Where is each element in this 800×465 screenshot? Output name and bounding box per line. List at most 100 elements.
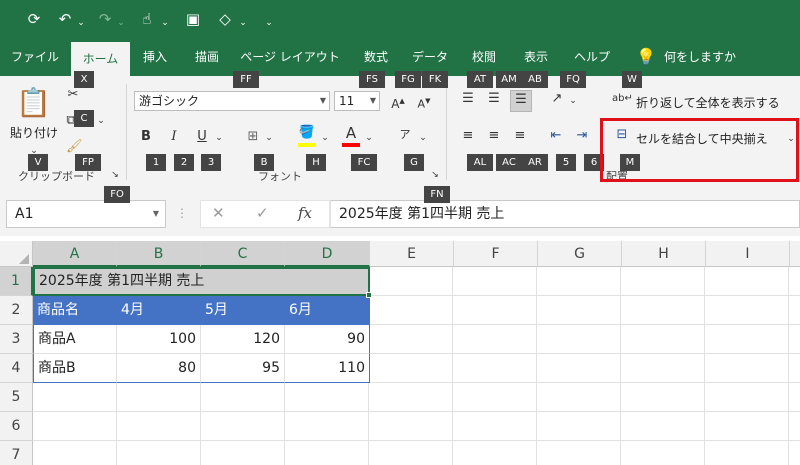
italic-button[interactable]: I — [166, 128, 182, 146]
keytip-fk: FK — [422, 71, 448, 88]
chevron-down-icon: ▼ — [152, 209, 159, 218]
cell-c4[interactable]: 95 — [201, 354, 285, 383]
increase-indent-icon[interactable]: ⇥ — [572, 127, 592, 145]
underline-button[interactable]: U — [194, 128, 210, 146]
tab-insert[interactable]: 挿入 — [138, 38, 172, 76]
cell-a1[interactable]: 2025年度 第1四半期 売上 — [33, 267, 370, 296]
keytip-v: V — [28, 154, 48, 171]
copy-dropdown-icon[interactable]: ⌄ — [96, 112, 106, 130]
paste-label[interactable]: 貼り付け — [10, 124, 58, 141]
merge-center-highlight — [600, 118, 799, 182]
font-color-dropdown[interactable]: ⌄ — [364, 129, 374, 147]
column-header-e[interactable]: E — [370, 241, 454, 267]
select-all-corner-icon — [19, 254, 29, 264]
keytip-ac: AC — [496, 154, 522, 171]
cancel-icon[interactable]: ✕ — [212, 203, 225, 223]
cut-icon[interactable]: ✂ — [64, 86, 82, 104]
font-launcher-icon[interactable]: ↘ — [430, 166, 440, 184]
keytip-am: AM — [496, 71, 522, 88]
formula-input[interactable]: 2025年度 第1四半期 売上 — [330, 200, 800, 228]
borders-icon[interactable]: ⊞ — [244, 128, 262, 146]
column-header-c[interactable]: C — [201, 241, 285, 267]
tab-draw[interactable]: 描画 — [189, 38, 225, 76]
keytip-ff: FF — [233, 71, 259, 88]
keytip-phonetic: G — [404, 154, 424, 171]
borders-dropdown[interactable]: ⌄ — [264, 129, 274, 147]
keytip-fg: FG — [395, 71, 421, 88]
bold-button[interactable]: B — [138, 128, 154, 146]
fill-handle[interactable] — [366, 292, 372, 298]
phonetic-dropdown[interactable]: ⌄ — [418, 129, 428, 147]
shapes-icon[interactable]: ◇ — [214, 9, 236, 29]
align-left-icon[interactable]: ≡ — [458, 127, 478, 145]
shapes-dropdown[interactable]: ⌄ — [238, 13, 248, 33]
column-header-f[interactable]: F — [454, 241, 538, 267]
align-right-icon[interactable]: ≡ — [510, 127, 530, 145]
cell-b3[interactable]: 100 — [117, 325, 201, 354]
decrease-indent-icon[interactable]: ⇤ — [546, 127, 566, 145]
redo-icon[interactable]: ↷ — [96, 9, 114, 29]
wrap-text-button[interactable]: 折り返して全体を表示する — [636, 94, 780, 111]
row-header-6[interactable]: 6 — [0, 412, 33, 441]
keytip-indent-decrease: 5 — [556, 154, 576, 171]
align-bottom-icon[interactable]: ☰ — [510, 90, 532, 112]
font-size-combo[interactable]: 11 ▼ — [334, 91, 380, 111]
cell-b4[interactable]: 80 — [117, 354, 201, 383]
touch-mode-dropdown[interactable]: ⌄ — [160, 13, 170, 33]
tell-me-search[interactable]: 何をしますか — [664, 38, 754, 76]
row-header-2[interactable]: 2 — [0, 296, 33, 325]
row-header-1[interactable]: 1 — [0, 267, 33, 296]
row-header-4[interactable]: 4 — [0, 354, 33, 383]
name-box[interactable]: A1 ▼ — [6, 200, 166, 228]
phonetic-guide-icon[interactable]: ア — [396, 126, 414, 144]
cell-c2[interactable]: 5月 — [201, 296, 285, 325]
new-comment-icon[interactable]: ▣ — [182, 9, 204, 29]
redo-dropdown[interactable]: ⌄ — [116, 13, 126, 33]
row-header-5[interactable]: 5 — [0, 383, 33, 412]
cell-c3[interactable]: 120 — [201, 325, 285, 354]
fill-color-icon[interactable]: 🪣 — [298, 124, 316, 142]
tab-file[interactable]: ファイル — [10, 38, 60, 76]
paste-icon[interactable]: 📋 — [16, 84, 51, 122]
keytip-bold: 1 — [146, 154, 166, 171]
keytip-fp: FP — [75, 154, 101, 171]
column-header-h[interactable]: H — [622, 241, 706, 267]
row-header-7[interactable]: 7 — [0, 441, 33, 465]
cell-d2[interactable]: 6月 — [285, 296, 370, 325]
fill-color-dropdown[interactable]: ⌄ — [320, 129, 330, 147]
cell-d4[interactable]: 110 — [285, 354, 370, 383]
orientation-dropdown[interactable]: ⌄ — [568, 92, 578, 110]
align-top-icon[interactable]: ☰ — [458, 90, 478, 108]
column-header-b[interactable]: B — [117, 241, 201, 267]
column-header-g[interactable]: G — [538, 241, 622, 267]
clipboard-launcher-icon[interactable]: ↘ — [110, 166, 120, 184]
cell-a2[interactable]: 商品名 — [33, 296, 117, 325]
underline-dropdown[interactable]: ⌄ — [214, 129, 224, 147]
undo-dropdown[interactable]: ⌄ — [76, 13, 86, 33]
shrink-font-icon[interactable]: A▼ — [414, 92, 434, 114]
column-header-a[interactable]: A — [33, 241, 117, 267]
row-header-3[interactable]: 3 — [0, 325, 33, 354]
wrap-text-icon[interactable]: ab↵ — [612, 90, 633, 108]
column-header-i[interactable]: I — [706, 241, 790, 267]
grow-font-icon[interactable]: A▲ — [388, 92, 408, 113]
cell-a3[interactable]: 商品A — [33, 325, 117, 354]
font-name-combo[interactable]: 游ゴシック ▼ — [134, 91, 330, 111]
column-header-d[interactable]: D — [285, 241, 370, 267]
enter-icon[interactable]: ✓ — [256, 203, 269, 223]
customize-qat-icon[interactable]: ⌄ — [264, 13, 274, 33]
align-center-icon[interactable]: ≡ — [484, 127, 504, 145]
select-all-button[interactable] — [0, 241, 33, 267]
insert-function-button[interactable]: fx — [298, 203, 312, 223]
cell-b2[interactable]: 4月 — [117, 296, 201, 325]
touch-mode-icon[interactable]: ☝ — [138, 9, 156, 29]
orientation-icon[interactable]: ↗ — [548, 90, 566, 108]
column-header-next[interactable] — [790, 241, 800, 267]
autosave-icon[interactable]: ⟳ — [24, 9, 44, 29]
font-name-value: 游ゴシック — [139, 94, 200, 108]
cell-d3[interactable]: 90 — [285, 325, 370, 354]
cell-a4[interactable]: 商品B — [33, 354, 117, 383]
align-middle-icon[interactable]: ☰ — [484, 90, 504, 108]
undo-icon[interactable]: ↶ — [56, 9, 74, 29]
font-color-icon[interactable]: A — [342, 124, 360, 142]
